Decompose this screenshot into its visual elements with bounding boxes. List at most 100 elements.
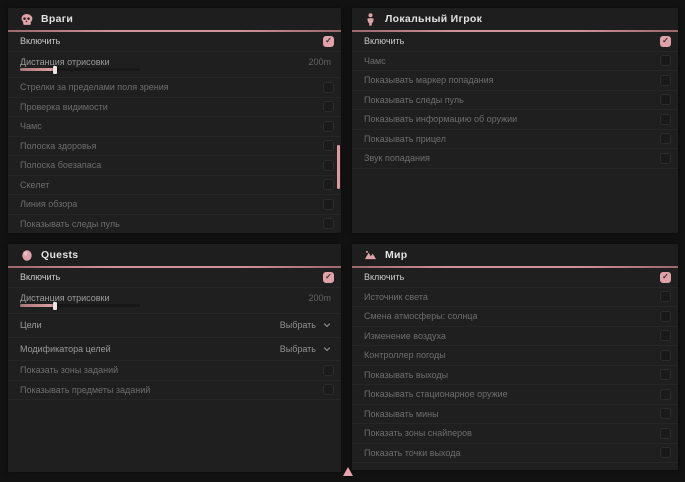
- checkbox-row[interactable]: Смена атмосферы: солнца✓: [352, 307, 678, 327]
- row-label: Включить: [20, 36, 60, 46]
- checkbox-row[interactable]: Показывать стационарное оружие ✓: [352, 385, 678, 405]
- panel-quests: Quests Включить ✓ Дистанция отрисовки200mЦ…: [8, 244, 341, 472]
- checkbox[interactable]: ✓: [323, 272, 334, 283]
- checkbox[interactable]: ✓: [323, 365, 334, 376]
- slider-thumb[interactable]: [53, 66, 57, 74]
- checkbox[interactable]: ✓: [660, 272, 671, 283]
- checkbox-row[interactable]: Показывать маркер попадания✓: [352, 71, 678, 91]
- slider-row[interactable]: Дистанция отрисовки200m: [8, 288, 341, 315]
- row-label: Звук попадания: [364, 153, 430, 163]
- checkbox-row[interactable]: Включить ✓: [8, 268, 341, 288]
- checkbox-row[interactable]: Показывать прицел✓: [352, 130, 678, 150]
- checkbox-row[interactable]: Полоска боезапаса✓: [8, 156, 341, 176]
- row-label: Показывать мины: [364, 409, 439, 419]
- dropdown-row[interactable]: ЦелиВыбрать: [8, 314, 341, 338]
- checkbox-row[interactable]: Проверка видимости✓: [8, 98, 341, 118]
- panel-header: Quests: [8, 244, 341, 266]
- checkbox-row[interactable]: Контроллер погоды ✓: [352, 346, 678, 366]
- mouse-cursor: [343, 467, 353, 476]
- checkbox-row[interactable]: Включить✓: [352, 268, 678, 288]
- checkbox-row[interactable]: Изменение воздуха✓: [352, 327, 678, 347]
- checkbox-row[interactable]: Показывать мины ✓: [352, 405, 678, 425]
- panel-title: Мир: [385, 249, 408, 261]
- row-label: Источник света: [364, 292, 428, 302]
- checkbox[interactable]: ✓: [660, 447, 671, 458]
- panel-title: Локальный Игрок: [385, 13, 482, 25]
- row-label: Включить: [20, 272, 60, 282]
- panel-enemies: Враги Включить✓Дистанция отрисовки200mСт…: [8, 8, 341, 233]
- slider-thumb[interactable]: [53, 302, 57, 310]
- checkbox-row[interactable]: Стрелки за пределами поля зрения ✓: [8, 78, 341, 98]
- checkbox[interactable]: ✓: [323, 179, 334, 190]
- row-label: Контроллер погоды: [364, 350, 446, 360]
- checkbox[interactable]: ✓: [660, 330, 671, 341]
- check-icon: ✓: [662, 37, 669, 45]
- checkbox-row[interactable]: Показать точки выхода ✓: [352, 444, 678, 464]
- world-icon: [364, 249, 377, 262]
- checkbox[interactable]: ✓: [660, 114, 671, 125]
- checkbox[interactable]: ✓: [660, 55, 671, 66]
- dropdown-row[interactable]: Модификатора целей Выбрать: [8, 338, 341, 362]
- slider[interactable]: [20, 304, 140, 307]
- checkbox[interactable]: ✓: [660, 369, 671, 380]
- dropdown[interactable]: Выбрать: [280, 344, 331, 354]
- checkbox[interactable]: ✓: [323, 199, 334, 210]
- check-icon: ✓: [662, 273, 669, 281]
- checkbox[interactable]: ✓: [323, 384, 334, 395]
- checkbox-row[interactable]: Показать зоны снайперов ✓: [352, 424, 678, 444]
- checkbox-row[interactable]: Линия обзора✓: [8, 195, 341, 215]
- scrollbar[interactable]: [337, 145, 340, 189]
- mod-menu-overlay: Враги Включить✓Дистанция отрисовки200mСт…: [0, 0, 685, 482]
- checkbox[interactable]: ✓: [660, 133, 671, 144]
- slider-fill: [20, 68, 55, 71]
- checkbox-row[interactable]: Включить ✓: [352, 32, 678, 52]
- slider-value: 200m: [308, 293, 331, 303]
- checkbox-row[interactable]: Показывать следы пуль✓: [352, 91, 678, 111]
- checkbox[interactable]: ✓: [323, 121, 334, 132]
- checkbox[interactable]: ✓: [660, 428, 671, 439]
- checkbox[interactable]: ✓: [660, 153, 671, 164]
- checkbox-row[interactable]: Включить ✓: [8, 32, 341, 52]
- row-label: Включить: [364, 36, 404, 46]
- checkbox[interactable]: ✓: [323, 140, 334, 151]
- checkbox-row[interactable]: Показывать выходы ✓: [352, 366, 678, 386]
- checkbox-row[interactable]: Показывать предметы заданий✓: [8, 381, 341, 401]
- row-label: Скелет: [20, 180, 49, 190]
- checkbox-row[interactable]: Показывать информацию об оружии✓: [352, 110, 678, 130]
- checkbox[interactable]: ✓: [660, 291, 671, 302]
- checkbox[interactable]: ✓: [323, 101, 334, 112]
- checkbox-row[interactable]: Источник света ✓: [352, 288, 678, 308]
- checkbox-row[interactable]: Полоска здоровья✓: [8, 137, 341, 157]
- checkbox[interactable]: ✓: [660, 350, 671, 361]
- checkbox-row[interactable]: Показать зоны заданий✓: [8, 361, 341, 381]
- checkbox-row[interactable]: Звук попадания ✓: [352, 149, 678, 169]
- row-label: Показать точки выхода: [364, 448, 460, 458]
- row-label: Показать зоны снайперов: [364, 428, 472, 438]
- panel-local-player: Локальный Игрок Включить✓Чамс✓Показывать…: [352, 8, 678, 233]
- checkbox[interactable]: ✓: [323, 36, 334, 47]
- checkbox[interactable]: ✓: [660, 94, 671, 105]
- checkbox[interactable]: ✓: [660, 36, 671, 47]
- row-label: Показывать выходы: [364, 370, 448, 380]
- dropdown[interactable]: Выбрать: [280, 320, 331, 330]
- row-label: Стрелки за пределами поля зрения: [20, 82, 169, 92]
- checkbox[interactable]: ✓: [660, 75, 671, 86]
- slider[interactable]: [20, 68, 140, 71]
- checkbox-row[interactable]: Чамс✓: [8, 117, 341, 137]
- row-label: Показывать стационарное оружие: [364, 389, 508, 399]
- checkbox[interactable]: ✓: [323, 160, 334, 171]
- chevron-down-icon: [323, 321, 331, 329]
- row-label: Модификатора целей: [20, 344, 111, 354]
- checkbox[interactable]: ✓: [660, 408, 671, 419]
- checkbox[interactable]: ✓: [323, 218, 334, 229]
- checkbox[interactable]: ✓: [660, 311, 671, 322]
- slider-row[interactable]: Дистанция отрисовки200m: [8, 52, 341, 79]
- checkbox[interactable]: ✓: [323, 82, 334, 93]
- skull-icon: [20, 13, 33, 26]
- checkbox[interactable]: ✓: [660, 389, 671, 400]
- checkbox-row[interactable]: Скелет ✓: [8, 176, 341, 196]
- checkbox-row[interactable]: Чамс✓: [352, 52, 678, 72]
- player-icon: [364, 13, 377, 26]
- checkbox-row[interactable]: Показывать следы пуль✓: [8, 215, 341, 234]
- slider-value: 200m: [308, 57, 331, 67]
